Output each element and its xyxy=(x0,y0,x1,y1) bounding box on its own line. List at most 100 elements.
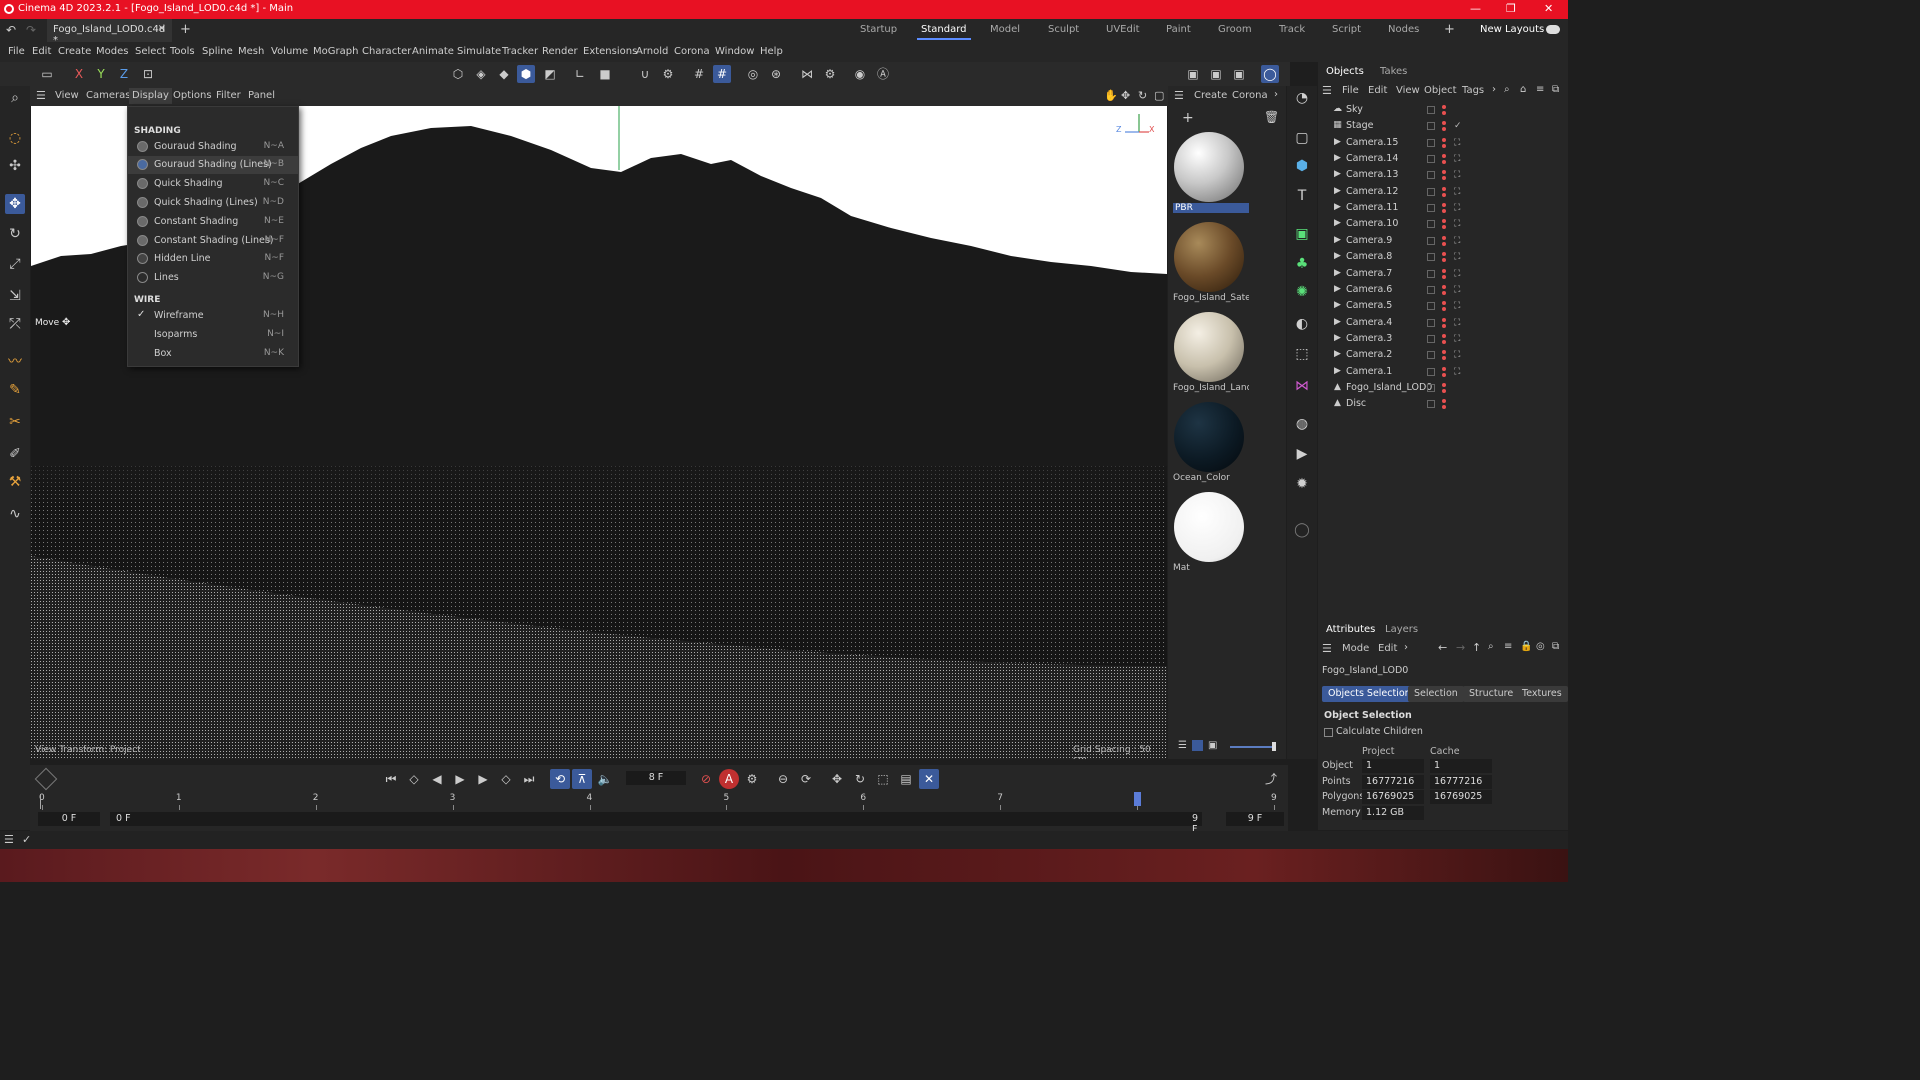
menu-window[interactable]: Window xyxy=(715,46,754,57)
playhead[interactable] xyxy=(1134,792,1142,806)
viewport-menu-display[interactable]: Display xyxy=(129,88,172,104)
go-to-start-icon[interactable]: ⏮ xyxy=(381,769,401,789)
menu-create[interactable]: Create xyxy=(58,46,91,57)
layout-tab-startup[interactable]: Startup xyxy=(860,24,897,35)
render-visibility-dot[interactable] xyxy=(1442,290,1446,295)
object-row[interactable]: ▶ Camera.5 ⛶ xyxy=(1318,298,1568,314)
material-fogo-island-satel[interactable]: Fogo_Island_Satel xyxy=(1173,222,1249,303)
menu-item-wireframe[interactable]: ✓ Wireframe N~H xyxy=(128,307,298,325)
object-row[interactable]: ▶ Camera.1 ⛶ xyxy=(1318,364,1568,380)
chevron-right-icon[interactable]: › xyxy=(1404,642,1408,653)
layout-tab-track[interactable]: Track xyxy=(1279,24,1305,35)
key-param-icon[interactable]: ↻ xyxy=(850,769,870,789)
menu-item-gouraud-shading[interactable]: Gouraud Shading N~A xyxy=(128,138,298,156)
menu-edit[interactable]: Edit xyxy=(32,46,51,57)
bevel-tool-icon[interactable]: ⚒ xyxy=(5,472,25,492)
cloner-icon[interactable]: ♣ xyxy=(1292,254,1312,274)
add-material-icon[interactable]: + xyxy=(1182,110,1194,126)
text-icon[interactable]: T xyxy=(1292,186,1312,206)
menu-extensions[interactable]: Extensions xyxy=(583,46,637,57)
search-icon[interactable]: ⌕ xyxy=(1504,84,1510,95)
forward-arrow-icon[interactable]: → xyxy=(1456,641,1465,654)
attribute-menu-edit[interactable]: Edit xyxy=(1378,643,1397,654)
new-layouts-label[interactable]: New Layouts xyxy=(1480,24,1544,35)
layer-checkbox[interactable] xyxy=(1427,171,1435,180)
character-icon[interactable]: ⋈ xyxy=(1292,376,1312,396)
spline-rect-icon[interactable]: ▢ xyxy=(1292,128,1312,148)
key-scale-icon[interactable]: ✥ xyxy=(827,769,847,789)
editor-visibility-dot[interactable] xyxy=(1442,317,1446,322)
attribute-menu-mode[interactable]: Mode xyxy=(1342,643,1369,654)
field-icon[interactable]: ◐ xyxy=(1292,314,1312,334)
render-visibility-dot[interactable] xyxy=(1442,372,1446,377)
render-visibility-dot[interactable] xyxy=(1442,209,1446,214)
go-to-end-icon[interactable]: ⏭ xyxy=(519,769,539,789)
tag-icon[interactable]: ⛶ xyxy=(1454,334,1464,344)
object-menu-view[interactable]: View xyxy=(1396,85,1420,96)
record-icon[interactable]: ⊘ xyxy=(696,769,716,789)
tab-objects[interactable]: Objects xyxy=(1326,66,1364,77)
render-visibility-dot[interactable] xyxy=(1442,258,1446,263)
object-row[interactable]: ▶ Camera.14 ⛶ xyxy=(1318,151,1568,167)
layer-checkbox[interactable] xyxy=(1427,318,1435,327)
layer-checkbox[interactable] xyxy=(1427,400,1435,409)
pan-icon[interactable]: ✋ xyxy=(1104,89,1118,102)
menu-file[interactable]: File xyxy=(8,46,25,57)
object-row[interactable]: ▶ Camera.11 ⛶ xyxy=(1318,200,1568,216)
object-row[interactable]: ▶ Camera.8 ⛶ xyxy=(1318,249,1568,265)
editor-visibility-dot[interactable] xyxy=(1442,137,1446,142)
tab-structure[interactable]: Structure xyxy=(1463,686,1520,702)
object-row[interactable]: ▶ Camera.15 ⛶ xyxy=(1318,135,1568,151)
layout-tab-groom[interactable]: Groom xyxy=(1218,24,1252,35)
layer-checkbox[interactable] xyxy=(1427,187,1435,196)
next-key-icon[interactable]: ◇ xyxy=(496,769,516,789)
layout-tab-model[interactable]: Model xyxy=(990,24,1020,35)
preview-size-slider-handle[interactable] xyxy=(1272,742,1276,751)
object-row[interactable]: ▶ Camera.6 ⛶ xyxy=(1318,282,1568,298)
camera-object-icon[interactable]: ▶ xyxy=(1292,444,1312,464)
menu-mograph[interactable]: MoGraph xyxy=(313,46,358,57)
layer-checkbox[interactable] xyxy=(1427,302,1435,311)
menu-item-quick-shading-lines[interactable]: Quick Shading (Lines) N~D xyxy=(128,194,298,212)
object-row[interactable]: ▶ Camera.7 ⛶ xyxy=(1318,266,1568,282)
loop-icon[interactable]: ⟲ xyxy=(550,769,570,789)
tag-icon[interactable] xyxy=(1454,399,1464,409)
render-picture-viewer-icon[interactable]: ▣ xyxy=(1207,65,1225,83)
render-visibility-dot[interactable] xyxy=(1442,388,1446,393)
previous-frame-icon[interactable]: ◀ xyxy=(427,769,447,789)
filter-icon[interactable]: ≡ xyxy=(1504,641,1512,652)
tag-icon[interactable]: ⛶ xyxy=(1454,170,1464,180)
spline-pen-icon[interactable]: 〰 xyxy=(5,352,25,372)
points-mode-icon[interactable]: ⬡ xyxy=(449,65,467,83)
layer-checkbox[interactable] xyxy=(1427,122,1435,131)
coordinate-system-icon[interactable]: ⊡ xyxy=(139,65,157,83)
layer-checkbox[interactable] xyxy=(1427,155,1435,164)
current-frame-field[interactable]: 8 F xyxy=(626,771,686,785)
object-menu-object[interactable]: Object xyxy=(1424,85,1457,96)
render-visibility-dot[interactable] xyxy=(1442,111,1446,115)
editor-visibility-dot[interactable] xyxy=(1442,382,1446,387)
menu-item-isoparms[interactable]: Isoparms N~I xyxy=(128,326,298,344)
deformer-icon[interactable]: ✺ xyxy=(1292,282,1312,302)
undo-icon[interactable]: ↶ xyxy=(6,23,16,37)
menu-item-constant-shading-lines[interactable]: Constant Shading (Lines) N~F xyxy=(128,232,298,250)
max-frame-field[interactable]: 9 F xyxy=(1226,812,1284,826)
home-icon[interactable]: ⌂ xyxy=(1520,84,1526,95)
auto-keying-icon[interactable]: A xyxy=(719,769,739,789)
axis-y-button[interactable]: Y xyxy=(92,65,110,83)
object-row[interactable]: ▶ Camera.10 ⛶ xyxy=(1318,216,1568,232)
tab-layers[interactable]: Layers xyxy=(1385,624,1418,635)
add-tab-icon[interactable]: + xyxy=(180,22,191,37)
viewport-solo-icon[interactable]: ◉ xyxy=(851,65,869,83)
menu-help[interactable]: Help xyxy=(760,46,783,57)
generator-icon[interactable]: ▣ xyxy=(1292,224,1312,244)
tag-icon[interactable]: ⛶ xyxy=(1454,269,1464,279)
move-tool-icon[interactable]: ✥ xyxy=(5,194,25,214)
edges-mode-icon[interactable]: ◈ xyxy=(472,65,490,83)
menu-volume[interactable]: Volume xyxy=(271,46,308,57)
sculpt-icon[interactable]: ∿ xyxy=(5,504,25,524)
menu-item-constant-shading[interactable]: Constant Shading N~E xyxy=(128,213,298,231)
object-row[interactable]: ▶ Camera.12 ⛶ xyxy=(1318,184,1568,200)
symmetry-icon[interactable]: ⋈ xyxy=(798,65,816,83)
back-arrow-icon[interactable]: ← xyxy=(1438,641,1447,654)
